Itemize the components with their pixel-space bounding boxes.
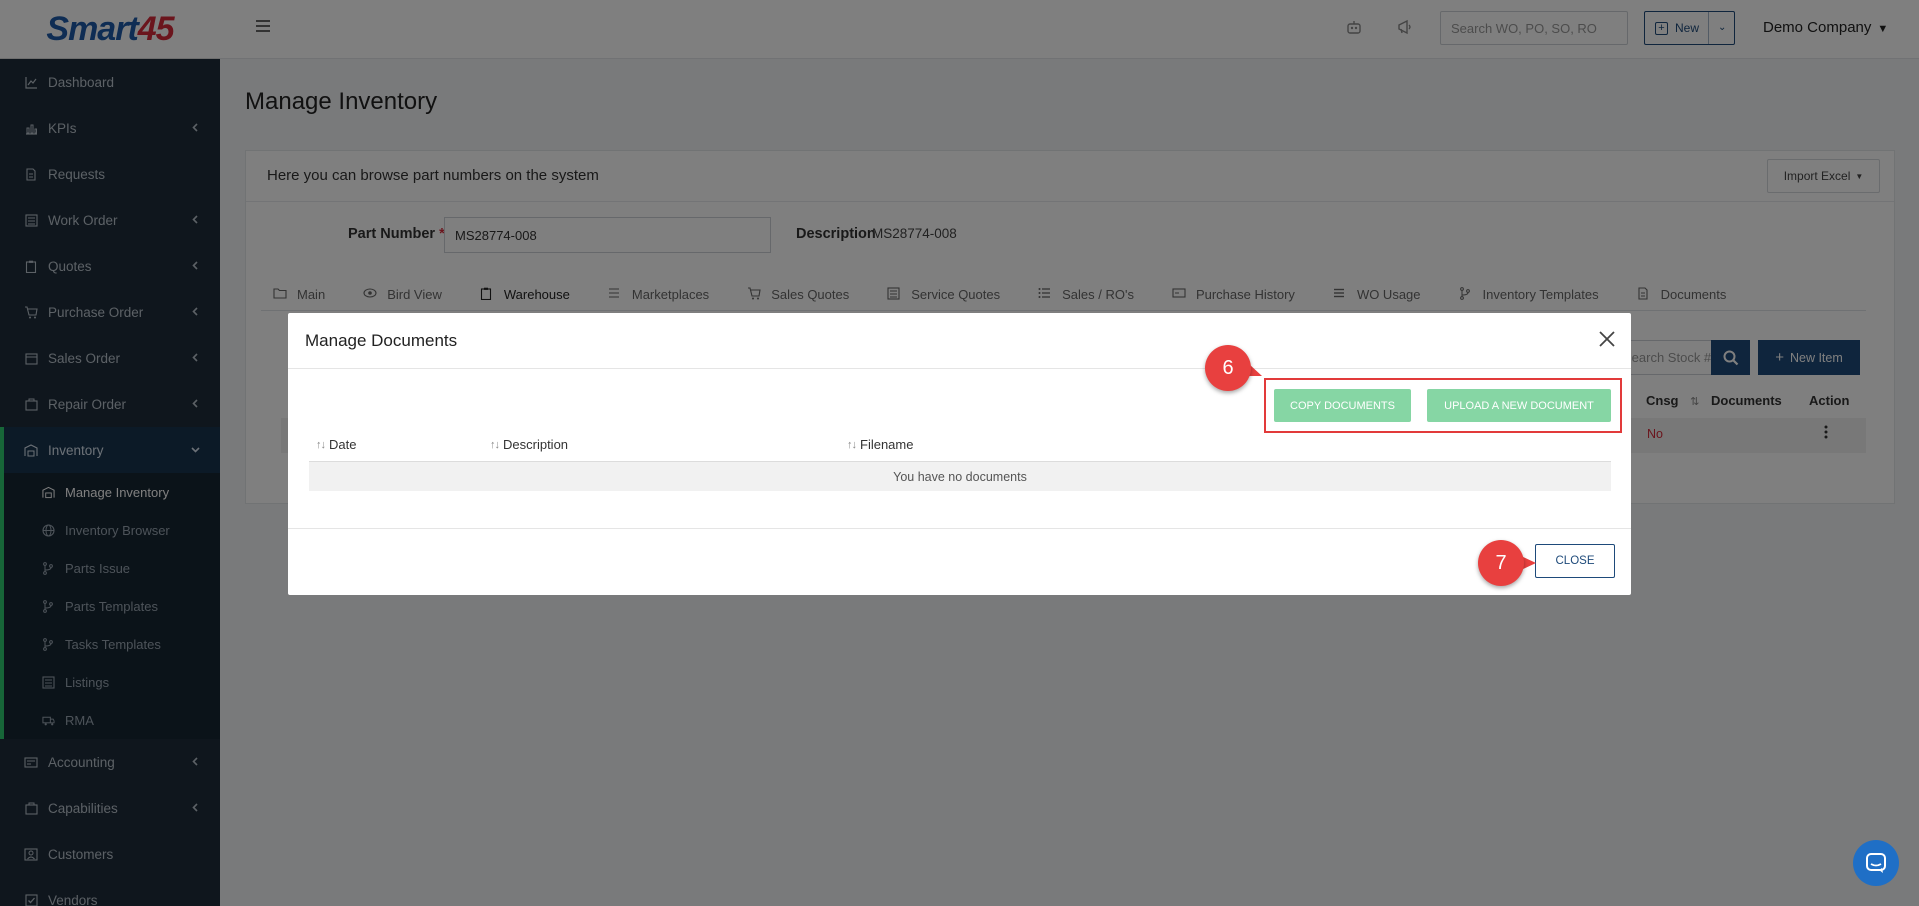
chat-icon — [1866, 853, 1886, 873]
highlight-frame — [1264, 378, 1622, 433]
close-button[interactable]: CLOSE — [1535, 544, 1615, 578]
column-header-filename[interactable]: ↑↓ Filename — [847, 437, 913, 452]
step-number: 6 — [1205, 345, 1251, 391]
close-icon[interactable] — [1597, 329, 1617, 349]
step-number: 7 — [1478, 540, 1524, 586]
sort-icon: ↑↓ — [316, 438, 326, 451]
sort-icon: ↑↓ — [490, 438, 500, 451]
sort-icon: ↑↓ — [847, 438, 857, 451]
chat-widget-button[interactable] — [1853, 840, 1899, 886]
column-header-date[interactable]: ↑↓ Date — [316, 437, 356, 452]
modal-title: Manage Documents — [305, 331, 458, 350]
empty-documents-row: You have no documents — [309, 462, 1611, 491]
column-header-description[interactable]: ↑↓ Description — [490, 437, 568, 452]
modal-header: Manage Documents — [288, 313, 1631, 369]
manage-documents-modal: Manage Documents COPY DOCUMENTS UPLOAD A… — [288, 313, 1631, 595]
